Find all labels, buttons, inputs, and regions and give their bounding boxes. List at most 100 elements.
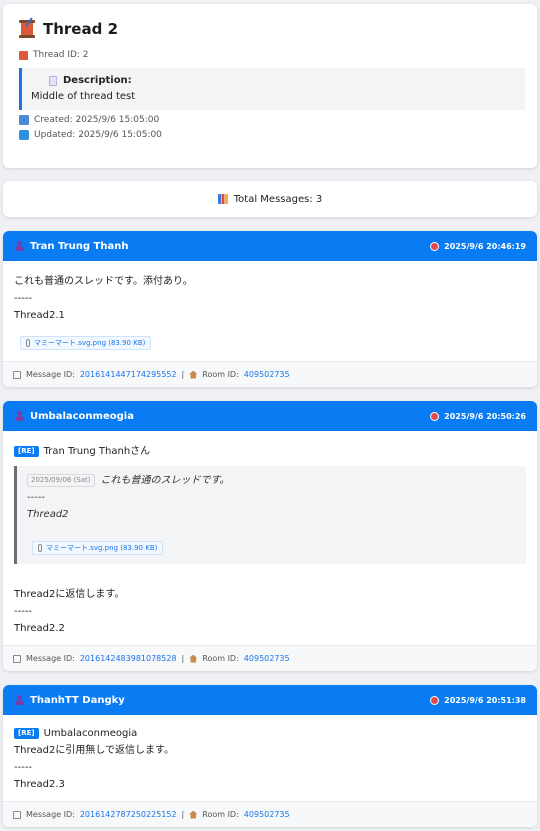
total-messages-card: Total Messages: 3: [3, 181, 537, 217]
thread-header-card: Thread 2 Thread ID: 2 Description: Middl…: [3, 4, 537, 168]
thread-spool-icon: [19, 17, 35, 38]
paperclip-icon: [26, 339, 30, 347]
person-icon: [15, 411, 24, 421]
message-line: Thread2に引用無しで返信します。: [14, 745, 175, 756]
message-id[interactable]: 2016141447174295552: [80, 370, 177, 379]
quote-line: 2025/09/06 (Sat) これも普通のスレッドです。: [27, 472, 516, 489]
room-id-label: Room ID:: [202, 370, 239, 379]
message-header: Tran Trung Thanh 2025/9/6 20:46:19: [3, 231, 537, 261]
thread-title-row: Thread 2: [19, 17, 523, 38]
attachment-link[interactable]: マミーマート.svg.png (83.90 KB): [32, 541, 164, 555]
message-footer: Message ID: 2016142787250225152 | Room I…: [3, 801, 537, 827]
room-id-label: Room ID:: [202, 810, 239, 819]
message-id[interactable]: 2016142483981078528: [80, 654, 177, 663]
quote-date: 2025/09/06 (Sat): [27, 474, 95, 487]
calendar-icon: [19, 115, 29, 125]
id-icon: [13, 810, 21, 819]
alarm-clock-icon: [430, 411, 440, 421]
room-id[interactable]: 409502735: [244, 810, 290, 819]
room-id-label: Room ID:: [202, 654, 239, 663]
reply-line: [RE] Tran Trung Thanhさん: [14, 443, 526, 460]
message-card: ThanhTT Dangky 2025/9/6 20:51:38 [RE] Umb…: [3, 685, 537, 827]
re-badge: [RE]: [14, 446, 39, 457]
quote-block: 2025/09/06 (Sat) これも普通のスレッドです。 ----- Thre…: [14, 466, 526, 564]
message-line: Thread2.1: [14, 310, 65, 321]
description-heading: Description:: [49, 75, 517, 86]
reply-line: [RE] Umbalaconmeogia: [14, 725, 526, 742]
message-id[interactable]: 2016142787250225152: [80, 810, 177, 819]
alarm-clock-icon: [430, 241, 440, 251]
home-icon: [189, 810, 198, 819]
thread-title: Thread 2: [43, 20, 118, 38]
attachment-name: マミーマート.svg.png (83.90 KB): [46, 544, 158, 552]
description-text: Middle of thread test: [31, 91, 136, 102]
message-line: -----: [14, 293, 33, 304]
attachment-name: マミーマート.svg.png (83.90 KB): [34, 339, 146, 347]
refresh-icon: [19, 130, 29, 140]
quote-text: これも普通のスレッドです。: [100, 475, 230, 486]
message-footer: Message ID: 2016141447174295552 | Room I…: [3, 361, 537, 387]
message-body: [RE] Umbalaconmeogia Thread2に引用無しで返信します。 …: [3, 715, 537, 801]
bar-chart-icon: [217, 194, 228, 204]
thread-id-icon: [19, 50, 28, 60]
person-icon: [15, 695, 24, 705]
message-card: Umbalaconmeogia 2025/9/6 20:50:26 [RE] Tr…: [3, 401, 537, 671]
thread-dates: Created: 2025/9/6 15:05:00 Updated: 2025…: [19, 115, 523, 140]
created-date: Created: 2025/9/6 15:05:00: [34, 115, 160, 125]
message-line: -----: [14, 606, 33, 617]
description-label: Description:: [63, 75, 132, 86]
message-header: ThanhTT Dangky 2025/9/6 20:51:38: [3, 685, 537, 715]
quote-line: -----: [27, 492, 46, 503]
message-id-label: Message ID:: [26, 370, 75, 379]
message-author: ThanhTT Dangky: [15, 695, 125, 706]
message-author: Umbalaconmeogia: [15, 411, 134, 422]
author-name: ThanhTT Dangky: [30, 694, 125, 706]
message-line: -----: [14, 762, 33, 773]
message-id-label: Message ID:: [26, 810, 75, 819]
alarm-clock-icon: [430, 695, 440, 705]
timestamp: 2025/9/6 20:46:19: [444, 241, 526, 251]
updated-line: Updated: 2025/9/6 15:05:00: [19, 130, 523, 140]
message-time: 2025/9/6 20:46:19: [430, 241, 526, 251]
quote-attachment-row: マミーマート.svg.png (83.90 KB): [27, 523, 516, 558]
id-icon: [13, 370, 21, 379]
room-id[interactable]: 409502735: [244, 370, 290, 379]
message-line: Thread2.2: [14, 623, 65, 634]
separator: |: [181, 654, 185, 663]
message-author: Tran Trung Thanh: [15, 241, 128, 252]
home-icon: [189, 654, 198, 663]
message-line: これも普通のスレッドです。添付あり。: [14, 276, 193, 287]
message-time: 2025/9/6 20:51:38: [430, 695, 526, 705]
message-card: Tran Trung Thanh 2025/9/6 20:46:19 これも普通…: [3, 231, 537, 387]
message-body: [RE] Tran Trung Thanhさん 2025/09/06 (Sat) こ…: [3, 431, 537, 645]
re-badge: [RE]: [14, 728, 39, 739]
thread-id: Thread ID: 2: [33, 50, 89, 60]
document-icon: [49, 75, 57, 86]
attachment-link[interactable]: マミーマート.svg.png (83.90 KB): [20, 336, 152, 350]
total-messages: Total Messages: 3: [233, 193, 323, 205]
separator: |: [181, 810, 185, 819]
updated-date: Updated: 2025/9/6 15:05:00: [34, 130, 162, 140]
message-time: 2025/9/6 20:50:26: [430, 411, 526, 421]
person-icon: [15, 241, 24, 251]
created-line: Created: 2025/9/6 15:05:00: [19, 115, 523, 125]
message-header: Umbalaconmeogia 2025/9/6 20:50:26: [3, 401, 537, 431]
message-footer: Message ID: 2016142483981078528 | Room I…: [3, 645, 537, 671]
timestamp: 2025/9/6 20:50:26: [444, 411, 526, 421]
timestamp: 2025/9/6 20:51:38: [444, 695, 526, 705]
thread-id-line: Thread ID: 2: [19, 50, 523, 60]
reply-to: Tran Trung Thanhさん: [43, 446, 151, 457]
separator: |: [181, 370, 185, 379]
message-line: Thread2.3: [14, 779, 65, 790]
room-id[interactable]: 409502735: [244, 654, 290, 663]
message-line: Thread2に返信します。: [14, 589, 125, 600]
author-name: Umbalaconmeogia: [30, 410, 134, 422]
paperclip-icon: [38, 544, 42, 552]
message-body: これも普通のスレッドです。添付あり。 ----- Thread2.1 マミーマー…: [3, 261, 537, 361]
attachment-row: マミーマート.svg.png (83.90 KB): [14, 324, 526, 353]
home-icon: [189, 370, 198, 379]
author-name: Tran Trung Thanh: [30, 240, 129, 252]
quote-line: Thread2: [27, 509, 69, 520]
description-box: Description: Middle of thread test: [19, 68, 525, 110]
reply-to: Umbalaconmeogia: [43, 728, 138, 739]
